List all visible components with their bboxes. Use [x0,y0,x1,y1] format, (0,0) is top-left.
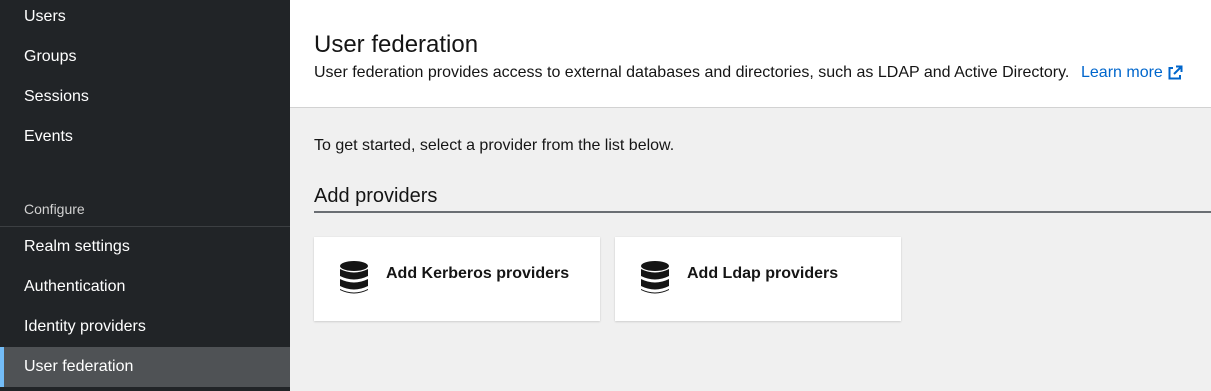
section-divider [314,211,1211,213]
add-ldap-providers-label: Add Ldap providers [687,265,839,282]
sidebar-item-user-federation[interactable]: User federation [0,347,290,387]
sidebar-item-identity-providers[interactable]: Identity providers [0,307,290,347]
section-title-add-providers: Add providers [314,185,438,207]
sidebar-item-realm-settings[interactable]: Realm settings [0,227,290,267]
sidebar-item-authentication[interactable]: Authentication [0,267,290,307]
main-content: User federation User federation provides… [290,0,1211,391]
sidebar-item-events[interactable]: Events [0,117,290,157]
database-icon [641,261,669,295]
page-title: User federation [314,31,479,58]
add-kerberos-providers-card[interactable]: Add Kerberos providers [314,237,600,321]
sidebar-item-users[interactable]: Users [0,0,290,37]
learn-more-label: Learn more [1081,64,1163,81]
intro-text: To get started, select a provider from t… [314,137,675,154]
sidebar-section-configure: Configure [24,201,85,217]
sidebar-nav: Users Groups Sessions Events Configure R… [0,0,290,391]
sidebar-item-sessions[interactable]: Sessions [0,77,290,117]
page-header: User federation User federation provides… [290,0,1211,108]
learn-more-link[interactable]: Learn more [1081,63,1183,83]
add-kerberos-providers-label: Add Kerberos providers [386,265,570,282]
external-link-icon [1167,65,1183,81]
database-icon [340,261,368,295]
sidebar-item-groups[interactable]: Groups [0,37,290,77]
add-ldap-providers-card[interactable]: Add Ldap providers [615,237,901,321]
page-description: User federation provides access to exter… [314,64,1070,81]
